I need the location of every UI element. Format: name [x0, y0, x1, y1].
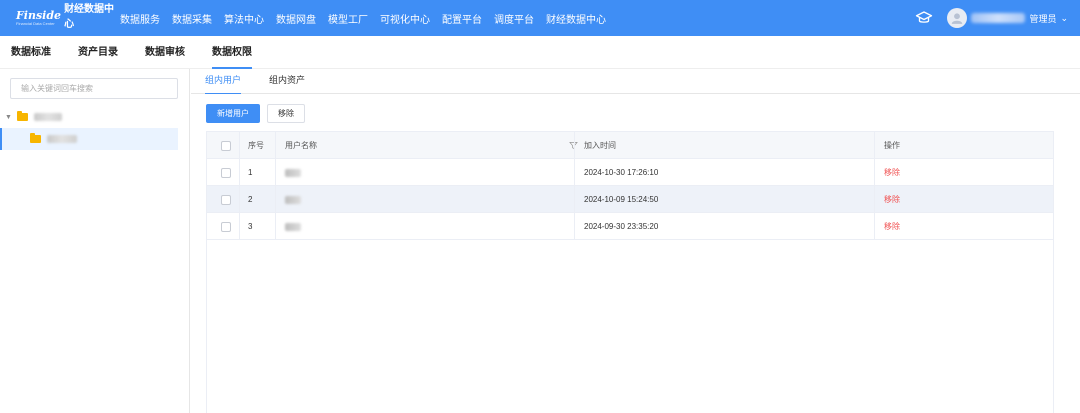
tree-node-child-selected[interactable]: [0, 128, 178, 150]
row-remove-link[interactable]: 移除: [884, 186, 900, 213]
nav-item-data-drive[interactable]: 数据网盘: [276, 11, 316, 26]
column-divider: [275, 132, 276, 240]
user-area: 管理员 ⌄: [915, 0, 1068, 36]
row-checkbox[interactable]: [221, 221, 231, 232]
column-header-actions: 操作: [884, 141, 900, 150]
user-icon: [952, 13, 963, 24]
row-index: 3: [248, 222, 253, 231]
brand-name: 财经数据中心: [64, 4, 115, 30]
search-input[interactable]: [10, 78, 178, 99]
row-index: 2: [248, 195, 253, 204]
logo-subtext: Financial Data Center: [16, 21, 55, 26]
add-user-button[interactable]: 新增用户: [206, 104, 260, 123]
tab-data-standard[interactable]: 数据标准: [11, 36, 51, 69]
nav-item-visualization[interactable]: 可视化中心: [380, 11, 430, 26]
group-tree-panel: ▼: [0, 69, 190, 413]
logo-text: Finside: [16, 9, 62, 22]
tab-data-review[interactable]: 数据审核: [145, 36, 185, 69]
group-tabs: 组内用户 组内资产: [191, 69, 1080, 94]
row-checkbox-cell: [221, 159, 231, 186]
nav-item-schedule-platform[interactable]: 调度平台: [494, 11, 534, 26]
row-username-redacted: [285, 186, 301, 213]
tree-node-root[interactable]: ▼: [5, 109, 62, 125]
column-divider: [574, 132, 575, 240]
nav-item-data-collection[interactable]: 数据采集: [172, 11, 212, 26]
avatar[interactable]: [947, 8, 968, 28]
row-checkbox[interactable]: [221, 194, 231, 205]
user-name-redacted: [971, 13, 1026, 23]
tab-asset-catalog[interactable]: 资产目录: [78, 36, 118, 69]
graduation-cap-icon[interactable]: [915, 9, 933, 27]
row-remove-link[interactable]: 移除: [884, 213, 900, 240]
nav-item-data-service[interactable]: 数据服务: [120, 11, 160, 26]
row-index: 1: [248, 168, 253, 177]
table-row: 2 2024-10-09 15:24:50 移除: [207, 186, 1053, 213]
chevron-down-icon[interactable]: ⌄: [1060, 13, 1068, 24]
logo-mark: Finside Financial Data Center: [16, 10, 61, 26]
main-nav: 数据服务 数据采集 算法中心 数据网盘 模型工厂 可视化中心 配置平台 调度平台…: [120, 11, 618, 26]
column-divider: [239, 132, 240, 240]
tree-node-label-redacted: [47, 135, 77, 143]
user-table: 序号 用户名称 加入时间 操作 1 2024-10-30 17:26:10 移除…: [206, 131, 1054, 413]
nav-item-config-platform[interactable]: 配置平台: [442, 11, 482, 26]
folder-icon: [16, 111, 28, 121]
user-role[interactable]: 管理员: [1029, 12, 1056, 25]
select-all-checkbox-cell: [221, 132, 231, 159]
row-checkbox-cell: [221, 213, 231, 240]
tab-data-permission[interactable]: 数据权限: [212, 36, 252, 69]
row-join-time: 2024-10-30 17:26:10: [584, 168, 659, 177]
table-row: 3 2024-09-30 23:35:20 移除: [207, 213, 1053, 240]
column-header-join-time: 加入时间: [584, 141, 616, 150]
row-username-redacted: [285, 213, 301, 240]
table-row: 1 2024-10-30 17:26:10 移除: [207, 159, 1053, 186]
select-all-checkbox[interactable]: [221, 140, 231, 151]
module-tabs: 数据标准 资产目录 数据审核 数据权限: [0, 36, 1080, 69]
nav-item-finance-data-center[interactable]: 财经数据中心: [546, 11, 606, 26]
row-join-time: 2024-09-30 23:35:20: [584, 222, 659, 231]
row-checkbox-cell: [221, 186, 231, 213]
brand-logo[interactable]: Finside Financial Data Center 财经数据中心: [16, 4, 116, 30]
row-join-time: 2024-10-09 15:24:50: [584, 195, 659, 204]
nav-item-algorithm-center[interactable]: 算法中心: [224, 11, 264, 26]
column-divider: [874, 132, 875, 240]
top-navbar: Finside Financial Data Center 财经数据中心 数据服…: [0, 0, 1080, 36]
tree-node-label-redacted: [33, 113, 62, 121]
caret-down-icon[interactable]: ▼: [5, 114, 12, 121]
tab-group-assets[interactable]: 组内资产: [269, 69, 305, 94]
column-header-index: 序号: [248, 141, 264, 150]
remove-button[interactable]: 移除: [267, 104, 305, 123]
row-remove-link[interactable]: 移除: [884, 159, 900, 186]
row-checkbox[interactable]: [221, 167, 231, 178]
tab-group-users[interactable]: 组内用户: [205, 69, 242, 94]
row-username-redacted: [285, 159, 301, 186]
column-header-username: 用户名称: [285, 141, 317, 150]
nav-item-model-factory[interactable]: 模型工厂: [328, 11, 368, 26]
folder-icon: [30, 133, 41, 143]
main-panel: 组内用户 组内资产 新增用户 移除 序号 用户名称 加入时间 操作 1 2024…: [191, 69, 1080, 413]
table-header: 序号 用户名称 加入时间 操作: [207, 132, 1053, 159]
